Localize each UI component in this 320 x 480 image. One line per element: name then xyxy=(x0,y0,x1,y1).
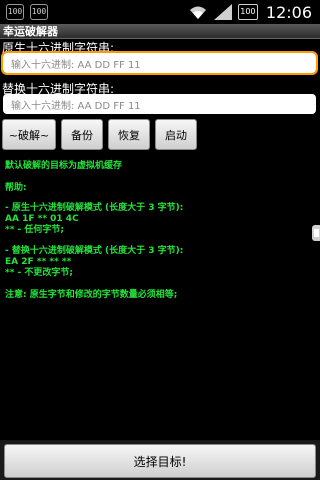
original-mode-text: - 原生十六进制破解模式 (长度大于 3 字节): xyxy=(5,203,184,213)
app-title: 幸运破解器 xyxy=(3,25,58,38)
default-target-text: 默认破解的目标为虚拟机缓存 xyxy=(5,161,123,171)
backup-button[interactable]: 备份 xyxy=(61,119,103,150)
battery-100-icon: 100 xyxy=(6,4,24,20)
signal-icon xyxy=(213,4,232,20)
status-bar: 100 100 100 12:06 xyxy=(0,0,320,24)
original-note-text: ** - 任何字节; xyxy=(5,225,65,235)
handle-icon xyxy=(314,229,319,237)
select-target-button[interactable]: 选择目标! xyxy=(4,444,316,478)
replace-hex-input[interactable]: 输入十六进制: AA DD FF 11 xyxy=(3,94,316,114)
crack-button[interactable]: ~破解~ xyxy=(2,119,56,150)
status-clock: 12:06 xyxy=(265,2,312,22)
original-example-text: AA 1F ** 01 4C xyxy=(5,214,79,224)
battery-icon: 100 xyxy=(237,4,258,20)
sd-card-icon: 100 xyxy=(30,4,48,20)
replace-example-text: EA 2F ** ** ** xyxy=(5,257,72,267)
original-hex-placeholder: 输入十六进制: AA DD FF 11 xyxy=(11,59,141,71)
restore-button[interactable]: 恢复 xyxy=(108,119,150,150)
start-button[interactable]: 启动 xyxy=(155,119,197,150)
replace-hex-placeholder: 输入十六进制: AA DD FF 11 xyxy=(11,100,141,112)
replace-note-text: ** - 不更改字节; xyxy=(5,268,74,278)
wifi-icon xyxy=(189,6,206,19)
app-title-bar: 幸运破解器 xyxy=(0,24,320,39)
replace-mode-text: - 替换十六进制破解模式 (长度大于 3 字节): xyxy=(5,246,184,256)
side-handle[interactable] xyxy=(312,225,320,241)
help-heading: 帮助: xyxy=(5,183,27,193)
original-hex-input[interactable]: 输入十六进制: AA DD FF 11 xyxy=(1,51,318,75)
notice-text: 注意: 原生字节和修改的字节数量必须相等; xyxy=(5,290,178,300)
